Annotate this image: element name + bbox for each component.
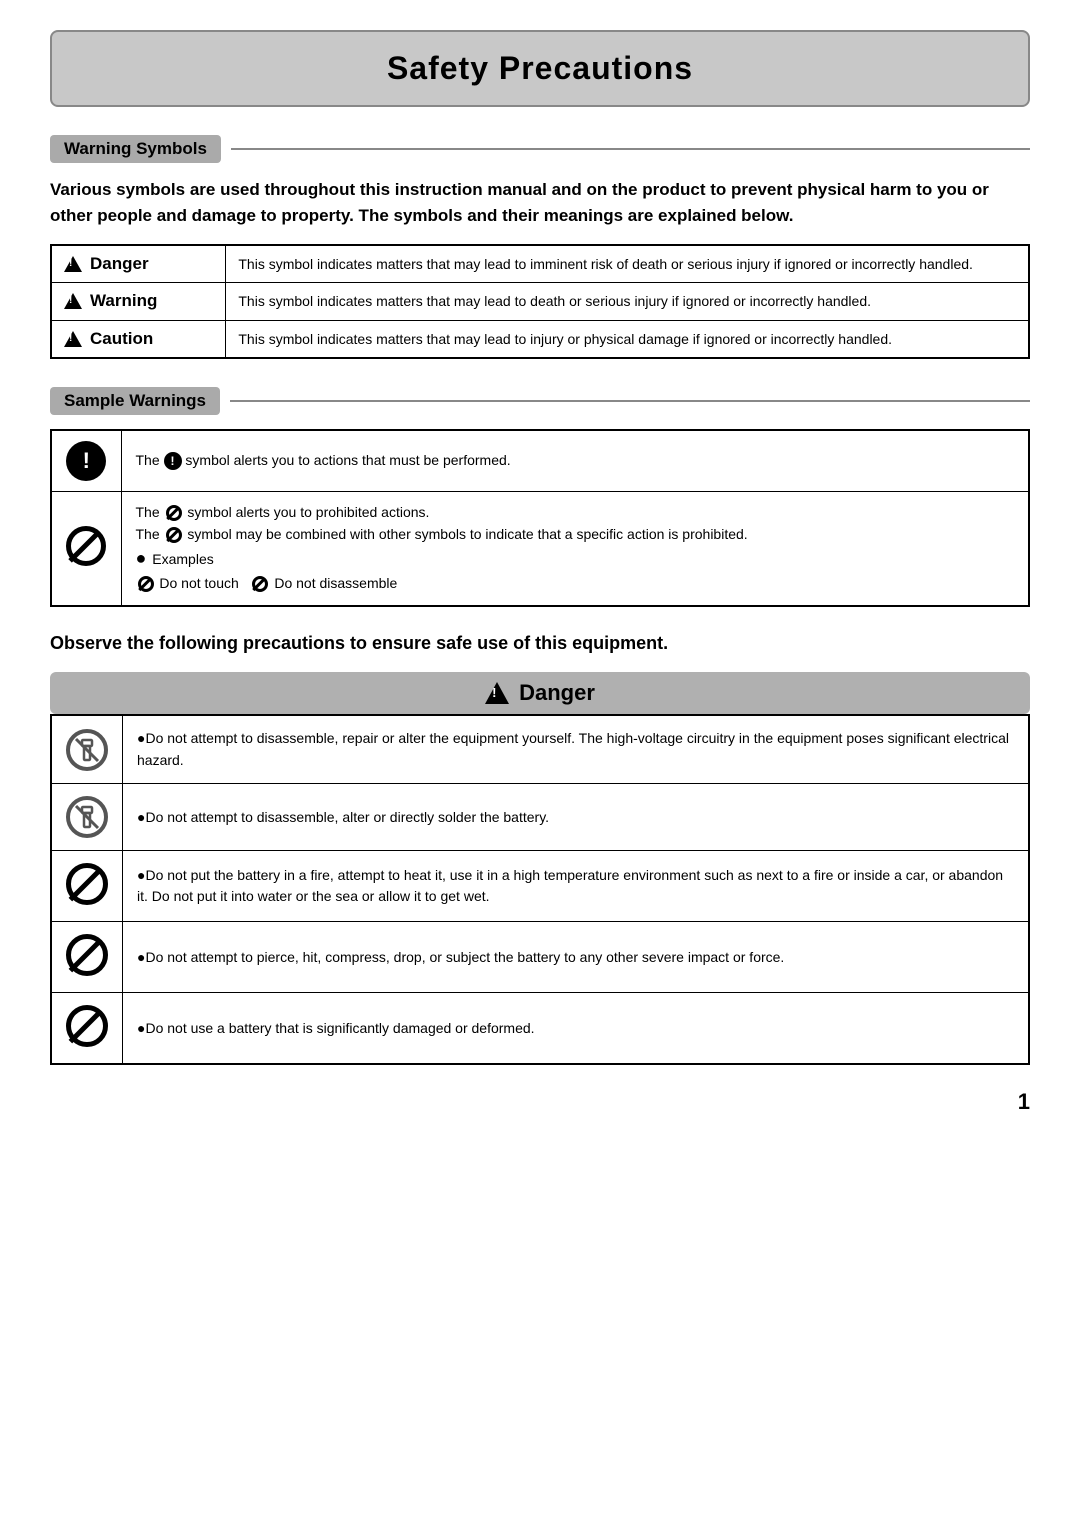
triangle-icon — [64, 331, 82, 347]
danger-label: Danger — [90, 254, 149, 274]
prohibit-icon-cell-2 — [51, 922, 123, 993]
no-disassemble-svg — [73, 736, 101, 764]
triangle-icon — [64, 256, 82, 272]
no-impact-icon — [66, 934, 108, 976]
mandatory-icon: ! — [66, 441, 106, 481]
page-number: 1 — [50, 1089, 1030, 1115]
warning-symbols-header: Warning Symbols — [50, 135, 1030, 163]
table-row: Caution This symbol indicates matters th… — [51, 320, 1029, 358]
danger-text-2: ●Do not attempt to disassemble, alter or… — [123, 784, 1030, 851]
no-damaged-icon — [66, 1005, 108, 1047]
table-row: ●Do not put the battery in a fire, attem… — [51, 851, 1029, 922]
danger-text-3: ●Do not put the battery in a fire, attem… — [123, 851, 1030, 922]
inline-prohibit-icon — [166, 505, 182, 521]
prohibit-icon — [66, 526, 106, 566]
danger-text-5: ●Do not use a battery that is significan… — [123, 993, 1030, 1065]
table-row: ! The ! symbol alerts you to actions tha… — [51, 430, 1029, 492]
warning-description: This symbol indicates matters that may l… — [226, 283, 1029, 320]
danger-label-cell: Danger — [51, 245, 226, 283]
no-solder-svg — [73, 803, 101, 831]
intro-paragraph: Various symbols are used throughout this… — [50, 177, 1030, 228]
danger-table: ●Do not attempt to disassemble, repair o… — [50, 714, 1030, 1065]
table-row: ●Do not use a battery that is significan… — [51, 993, 1029, 1065]
table-row: Danger This symbol indicates matters tha… — [51, 245, 1029, 283]
table-row: ●Do not attempt to disassemble, alter or… — [51, 784, 1029, 851]
caution-label-cell: Caution — [51, 320, 226, 358]
danger-section-label: Danger — [519, 680, 595, 706]
warning-symbols-label: Warning Symbols — [50, 135, 221, 163]
table-row: ●Do not attempt to disassemble, repair o… — [51, 715, 1029, 784]
no-fire-icon — [66, 863, 108, 905]
table-row: ●Do not attempt to pierce, hit, compress… — [51, 922, 1029, 993]
caution-label: Caution — [90, 329, 153, 349]
page-title-box: Safety Precautions — [50, 30, 1030, 107]
no-disassemble-icon — [66, 729, 108, 771]
mandatory-text: The ! symbol alerts you to actions that … — [121, 430, 1029, 492]
no-tool-icon-cell-1 — [51, 715, 123, 784]
sample-warnings-table: ! The ! symbol alerts you to actions tha… — [50, 429, 1030, 607]
danger-text-1: ●Do not attempt to disassemble, repair o… — [123, 715, 1030, 784]
prohibit-icon-cell — [51, 491, 121, 605]
inline-prohibit-icon — [138, 576, 154, 592]
observe-paragraph: Observe the following precautions to ens… — [50, 631, 1030, 656]
danger-text-4: ●Do not attempt to pierce, hit, compress… — [123, 922, 1030, 993]
section-divider — [231, 148, 1030, 150]
table-row: Warning This symbol indicates matters th… — [51, 283, 1029, 320]
danger-section-header: ! Danger — [50, 672, 1030, 714]
prohibit-text: The symbol alerts you to prohibited acti… — [121, 491, 1029, 605]
no-solder-icon — [66, 796, 108, 838]
inline-prohibit-icon — [252, 576, 268, 592]
prohibit-icon-cell-1 — [51, 851, 123, 922]
warning-label: Warning — [90, 291, 157, 311]
sample-warnings-label: Sample Warnings — [50, 387, 220, 415]
mandatory-icon-cell: ! — [51, 430, 121, 492]
triangle-icon — [64, 293, 82, 309]
symbols-table: Danger This symbol indicates matters tha… — [50, 244, 1030, 359]
prohibit-icon-cell-3 — [51, 993, 123, 1065]
sample-warnings-header: Sample Warnings — [50, 387, 1030, 415]
warning-label-cell: Warning — [51, 283, 226, 320]
inline-prohibit-icon — [166, 527, 182, 543]
danger-description: This symbol indicates matters that may l… — [226, 245, 1029, 283]
page-title: Safety Precautions — [72, 50, 1008, 87]
section-divider — [230, 400, 1030, 402]
no-tool-icon-cell-2 — [51, 784, 123, 851]
table-row: The symbol alerts you to prohibited acti… — [51, 491, 1029, 605]
danger-triangle-icon: ! — [485, 682, 509, 704]
caution-description: This symbol indicates matters that may l… — [226, 320, 1029, 358]
